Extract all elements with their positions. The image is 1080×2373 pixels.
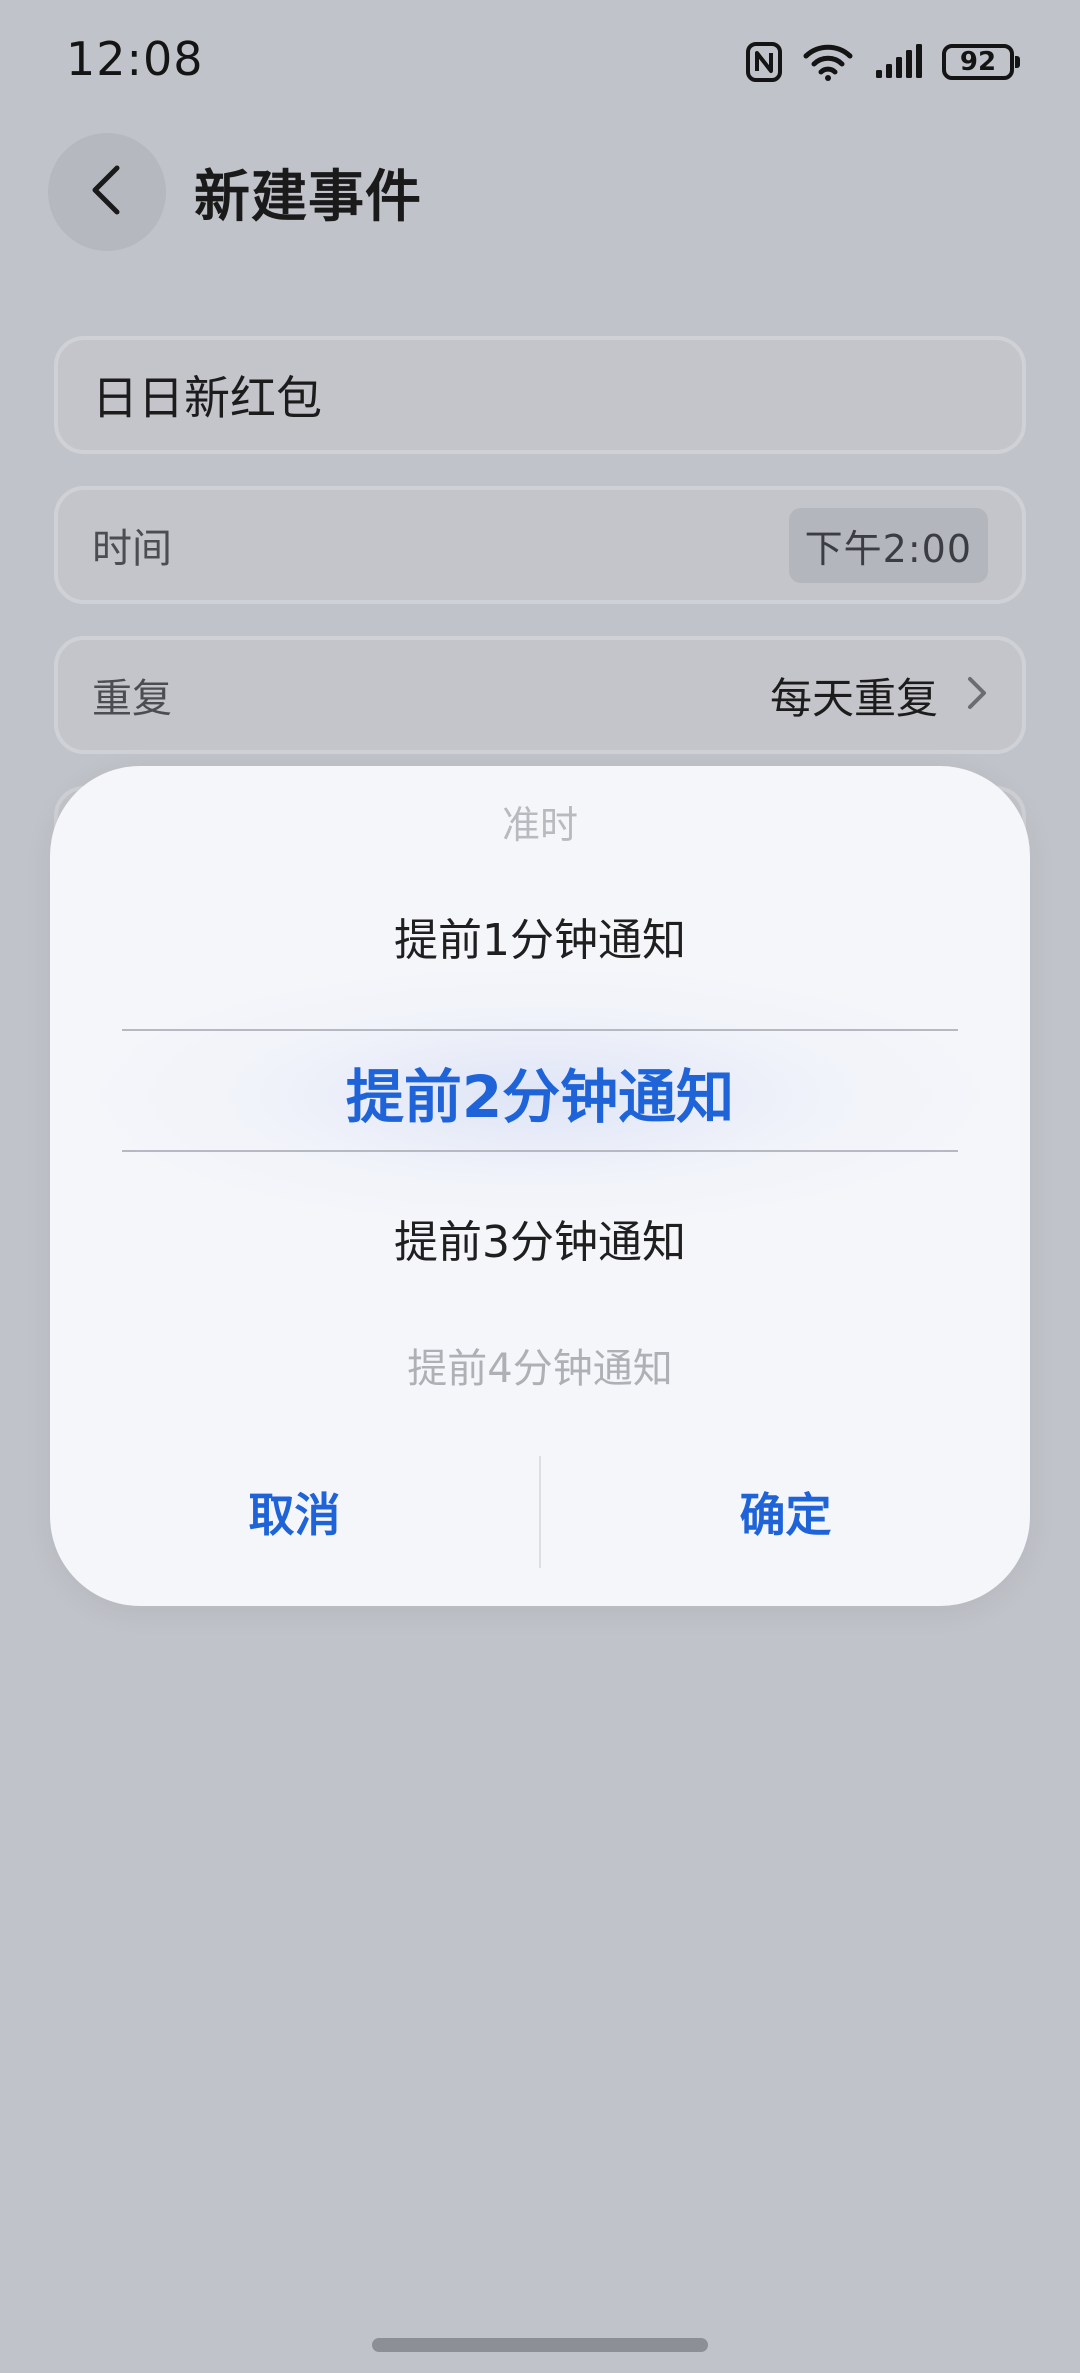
nfc-icon bbox=[746, 42, 782, 82]
picker-option[interactable]: 准时 bbox=[50, 794, 1030, 849]
picker-divider-top bbox=[122, 1029, 958, 1031]
repeat-value-text: 每天重复 bbox=[769, 673, 938, 723]
chevron-right-icon bbox=[966, 675, 988, 715]
signal-icon bbox=[874, 44, 922, 80]
cancel-button[interactable]: 取消 bbox=[50, 1479, 539, 1545]
picker-option-selected[interactable]: 提前2分钟通知 bbox=[50, 1050, 1030, 1134]
time-picker-chip[interactable]: 下午2:00 bbox=[788, 507, 988, 583]
repeat-value[interactable]: 每天重复 bbox=[770, 665, 988, 726]
repeat-row[interactable]: 重复 每天重复 bbox=[54, 636, 1026, 754]
reminder-picker-wheel[interactable]: 准时 提前1分钟通知 提前2分钟通知 提前3分钟通知 提前4分钟通知 bbox=[50, 766, 1030, 1426]
repeat-label: 重复 bbox=[92, 676, 172, 722]
status-bar: 12:08 92 bbox=[0, 0, 1080, 120]
time-row: 时间 下午2:00 bbox=[54, 486, 1026, 604]
page-title: 新建事件 bbox=[194, 164, 422, 230]
status-time: 12:08 bbox=[66, 32, 204, 86]
picker-option[interactable]: 提前1分钟通知 bbox=[50, 904, 1030, 968]
reminder-picker-dialog: 准时 提前1分钟通知 提前2分钟通知 提前3分钟通知 提前4分钟通知 取消 确定 bbox=[50, 766, 1030, 1606]
confirm-button[interactable]: 确定 bbox=[541, 1479, 1030, 1545]
event-title-field[interactable]: 日日新红包 bbox=[54, 336, 1026, 454]
home-indicator[interactable] bbox=[372, 2338, 708, 2352]
picker-option[interactable]: 提前3分钟通知 bbox=[50, 1206, 1030, 1270]
time-label: 时间 bbox=[92, 526, 172, 572]
header: 新建事件 bbox=[48, 130, 1032, 254]
event-title-text: 日日新红包 bbox=[92, 371, 322, 425]
status-icons: 92 bbox=[746, 38, 1020, 86]
dialog-actions: 取消 确定 bbox=[50, 1452, 1030, 1572]
battery-icon: 92 bbox=[942, 44, 1020, 80]
back-button[interactable] bbox=[48, 133, 166, 251]
chevron-left-icon bbox=[87, 162, 127, 222]
picker-divider-bottom bbox=[122, 1150, 958, 1152]
wifi-icon bbox=[802, 42, 854, 82]
picker-option[interactable]: 提前4分钟通知 bbox=[50, 1336, 1030, 1394]
